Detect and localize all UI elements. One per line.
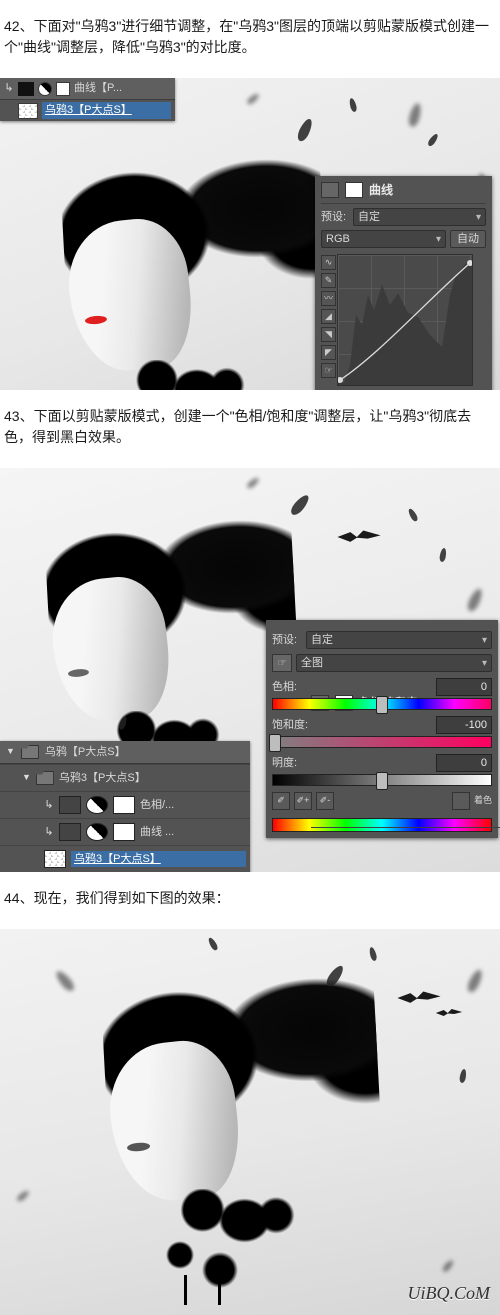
eyedropper-add-icon[interactable]: ✐+ [294,792,312,810]
sat-slider[interactable] [272,736,492,748]
adjustment-icon [321,182,339,198]
layers-mini-panel: ↳ 曲线【P... 乌鸦3【P大点S】 [0,78,175,121]
feather [427,133,440,148]
mask-thumb-icon [56,82,70,96]
layer-hsat-adj-clipped[interactable]: ↳ 色相/... [0,791,250,818]
preset-select[interactable]: 自定▾ [353,208,486,226]
layer-group-crow[interactable]: ▼ 乌鸦【P大点S】 [0,741,250,764]
clip-arrow-icon: ↳ [44,824,54,841]
flying-bird [397,990,440,1006]
step42-text: 42、下面对"乌鸦3"进行细节调整，在"乌鸦3"图层的顶端以剪贴蒙版模式创建一个… [0,14,500,64]
fx-swatch-icon [59,823,81,841]
light-slider[interactable] [272,774,492,786]
feather [439,548,447,563]
adjustment-icon [86,823,108,841]
layers-panel: ▼ 乌鸦【P大点S】 ▼ 乌鸦3【P大点S】 ↳ 色相/... ↳ 曲线 ...… [0,741,250,872]
step42-figure: ↳ 曲线【P... 乌鸦3【P大点S】 曲线 预设: 自定▾ RGB▾ [0,78,500,390]
layer-name-selected: 乌鸦3【P大点S】 [42,102,171,119]
feather [368,946,377,961]
feather [207,936,219,951]
eyedropper-black-icon[interactable]: ◢ [321,309,336,324]
feather [288,493,311,518]
feather [459,1069,467,1084]
step43-figure: ▼ 乌鸦【P大点S】 ▼ 乌鸦3【P大点S】 ↳ 色相/... ↳ 曲线 ...… [0,468,500,872]
adjustment-icon [38,82,52,96]
curves-graph[interactable]: ∿ ✎ 〰 ◢ ◥ ◤ ☞ [337,254,473,386]
clip-arrow-icon: ↳ [44,797,54,814]
curves-properties-panel: 曲线 预设: 自定▾ RGB▾ 自动 ∿ ✎ 〰 ◢ ◥ ◤ ☞ [315,176,492,390]
fx-swatch-icon [18,82,34,96]
curve-line [338,255,472,385]
flying-bird [337,529,380,545]
clip-arrow-icon: ↳ [4,80,14,97]
mask-thumb-icon [113,823,135,841]
watermark: UiBQ.CoM [408,1280,491,1307]
chevron-down-icon: ▾ [476,210,481,225]
layer-group-crow3[interactable]: ▼ 乌鸦3【P大点S】 [0,764,250,791]
curve-smooth-tool-icon[interactable]: 〰 [321,291,336,306]
layer-name: 曲线 ... [140,824,246,841]
layer-curves-adj-clipped[interactable]: ↳ 曲线 ... [0,818,250,845]
step43-text: 43、下面以剪贴蒙版模式，创建一个"色相/饱和度"调整层，让"乌鸦3"彻底去色，… [0,404,500,454]
hand-target-icon[interactable]: ☞ [272,654,292,672]
layer-name: 曲线【P... [74,80,171,97]
ink-drips [150,1235,270,1305]
slider-thumb[interactable] [376,696,388,714]
preset-label: 预设: [272,632,302,649]
layer-thumb-icon [44,850,66,868]
chevron-down-icon: ▾ [436,232,441,247]
flying-bird [436,1008,462,1018]
layer-crow3[interactable]: 乌鸦3【P大点S】 [0,99,175,121]
feather [465,968,484,994]
layer-thumb-icon [18,103,38,119]
feather [295,117,314,143]
portrait-artwork [30,502,220,730]
hsat-properties-panel: 色相/饱和度 预设: 自定▾ ☞ 全图▾ 色相: 0 饱和度: [266,620,498,838]
feather [246,92,261,106]
group-name: 乌鸦3【P大点S】 [59,770,246,787]
chevron-down-icon: ▼ [6,745,15,759]
hue-label: 色相: [272,679,297,696]
neck-feathers [127,360,247,390]
step44-figure: UiBQ.CoM [0,929,500,1315]
panel-title: 曲线 [369,181,393,199]
feather [348,97,357,112]
hand-target-icon[interactable]: ☞ [321,363,336,378]
adjustment-icon [86,796,108,814]
curves-tool-column: ∿ ✎ 〰 ◢ ◥ ◤ ☞ [321,255,336,378]
eyedropper-white-icon[interactable]: ◤ [321,345,336,360]
layer-name: 色相/... [140,797,246,814]
feather [441,1259,455,1274]
layer-curves-adj-clipped[interactable]: ↳ 曲线【P... [0,78,175,99]
portrait-artwork [45,140,245,380]
feather [16,1189,31,1203]
step44-text: 44、现在，我们得到如下图的效果： [0,886,500,915]
group-name: 乌鸦【P大点S】 [45,744,244,761]
eyedropper-icon[interactable]: ✐ [272,792,290,810]
light-label: 明度: [272,755,297,772]
slider-thumb[interactable] [376,772,388,790]
feather [53,969,76,994]
layer-crow3-base[interactable]: 乌鸦3【P大点S】 [0,845,250,872]
folder-icon [36,771,54,785]
slider-thumb[interactable] [269,734,281,752]
layer-name-selected: 乌鸦3【P大点S】 [71,851,246,868]
feather [407,507,419,522]
mask-icon [345,182,363,198]
curve-pencil-tool-icon[interactable]: ✎ [321,273,336,288]
auto-button[interactable]: 自动 [450,230,486,248]
preset-label: 预设: [321,209,349,226]
feather [407,102,423,128]
chevron-down-icon: ▼ [22,771,31,785]
eyedropper-gray-icon[interactable]: ◥ [321,327,336,342]
hue-slider[interactable] [272,698,492,710]
fx-swatch-icon [59,796,81,814]
feather [246,476,261,490]
sat-label: 饱和度: [272,717,308,734]
mask-thumb-icon [113,796,135,814]
curve-point-tool-icon[interactable]: ∿ [321,255,336,270]
portrait-artwork [85,958,295,1210]
folder-icon [21,745,39,759]
channel-select[interactable]: RGB▾ [321,230,446,248]
